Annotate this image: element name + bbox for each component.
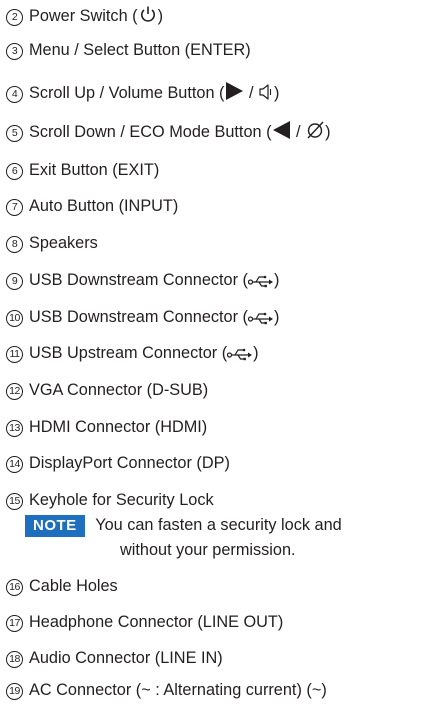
note: NOTE You can fasten a security lock and (25, 514, 342, 537)
item-label-end: ) (157, 7, 163, 25)
list-item-headphone-connector: 17 Headphone Connector (LINE OUT) (6, 612, 283, 632)
item-label: Exit Button (EXIT) (29, 161, 160, 179)
item-label: Cable Holes (29, 577, 118, 595)
item-label: Headphone Connector (LINE OUT) (29, 613, 284, 631)
tilde-icon: ~ (141, 681, 151, 699)
item-number: 18 (6, 651, 23, 668)
item-label: Power Switch ( (29, 7, 138, 25)
item-number: 3 (6, 43, 23, 60)
usb-icon (247, 275, 273, 288)
list-item-hdmi-connector: 13 HDMI Connector (HDMI) (6, 417, 207, 437)
item-number: 2 (6, 9, 23, 26)
list-item-power-switch: 2 Power Switch () (6, 4, 163, 26)
item-label: AC Connector ( (29, 681, 142, 699)
item-number: 11 (6, 346, 23, 363)
list-item-keyhole: 15 Keyhole for Security Lock (6, 490, 214, 510)
item-label: Speakers (29, 234, 98, 252)
item-number: 9 (6, 273, 23, 290)
list-item-exit-button: 6 Exit Button (EXIT) (6, 160, 159, 180)
list-item-scroll-down-button: 5 Scroll Down / ECO Mode Button ( / ) (6, 120, 331, 142)
item-number: 14 (6, 456, 23, 473)
item-label-end: ) (274, 84, 280, 102)
usb-icon (227, 348, 253, 361)
note-text-line2: without your permission. (120, 541, 296, 559)
list-item-menu-button: 3 Menu / Select Button (ENTER) (6, 40, 251, 60)
list-item-auto-button: 7 Auto Button (INPUT) (6, 196, 178, 216)
list-item-usb-downstream-2: 10 USB Downstream Connector () (6, 307, 279, 327)
item-label: Audio Connector (LINE IN) (29, 649, 223, 667)
item-label-mid: : Alternating current) ( (150, 681, 312, 699)
list-item-audio-connector: 18 Audio Connector (LINE IN) (6, 648, 223, 668)
list-item-usb-upstream: 11 USB Upstream Connector () (6, 343, 259, 363)
item-label: HDMI Connector (HDMI) (29, 418, 208, 436)
item-number: 7 (6, 199, 23, 216)
right-triangle-icon (226, 82, 244, 100)
list-item-ac-connector: 19 AC Connector (~ : Alternating current)… (6, 680, 327, 700)
item-number: 13 (6, 420, 23, 437)
list-item-scroll-up-button: 4 Scroll Up / Volume Button ( / ) (6, 81, 279, 103)
item-number: 12 (6, 383, 23, 400)
item-number: 5 (6, 125, 23, 142)
item-label: Scroll Up / Volume Button ( (29, 84, 225, 102)
item-number: 4 (6, 86, 23, 103)
tilde-icon: ~ (311, 681, 322, 699)
item-label: Scroll Down / ECO Mode Button ( (29, 123, 272, 141)
item-number: 10 (6, 310, 23, 327)
item-separator: / (244, 84, 259, 102)
item-label-end: ) (253, 344, 259, 362)
item-number: 6 (6, 163, 23, 180)
item-label: USB Upstream Connector ( (29, 344, 228, 362)
item-number: 19 (6, 683, 23, 700)
list-item-usb-downstream-1: 9 USB Downstream Connector () (6, 270, 279, 290)
usb-icon (247, 312, 273, 325)
item-label: DisplayPort Connector (DP) (29, 454, 230, 472)
item-separator: / (291, 123, 306, 141)
eco-mode-icon (307, 121, 324, 139)
item-label: USB Downstream Connector ( (29, 271, 248, 289)
item-label: Auto Button (INPUT) (29, 197, 179, 215)
item-label: Keyhole for Security Lock (29, 491, 214, 509)
item-number: 17 (6, 615, 23, 632)
list-item-vga-connector: 12 VGA Connector (D-SUB) (6, 380, 208, 400)
left-triangle-icon (272, 121, 290, 139)
item-label-end: ) (273, 271, 280, 289)
item-label: USB Downstream Connector ( (29, 308, 248, 326)
item-label: VGA Connector (D-SUB) (29, 381, 209, 399)
item-label-end: ) (325, 123, 331, 141)
item-number: 16 (6, 579, 23, 596)
item-number: 8 (6, 236, 23, 253)
item-label-end: ) (321, 681, 327, 699)
item-number: 15 (6, 493, 23, 510)
speaker-icon (259, 84, 272, 100)
note-tag: NOTE (25, 515, 85, 537)
list-item-cable-holes: 16 Cable Holes (6, 576, 118, 596)
list-item-speakers: 8 Speakers (6, 233, 98, 253)
list-item-displayport-connector: 14 DisplayPort Connector (DP) (6, 453, 230, 473)
power-icon (140, 6, 155, 22)
note-text-line1: You can fasten a security lock and (95, 516, 342, 534)
item-label-end: ) (273, 308, 280, 326)
item-label: Menu / Select Button (ENTER) (29, 41, 251, 59)
